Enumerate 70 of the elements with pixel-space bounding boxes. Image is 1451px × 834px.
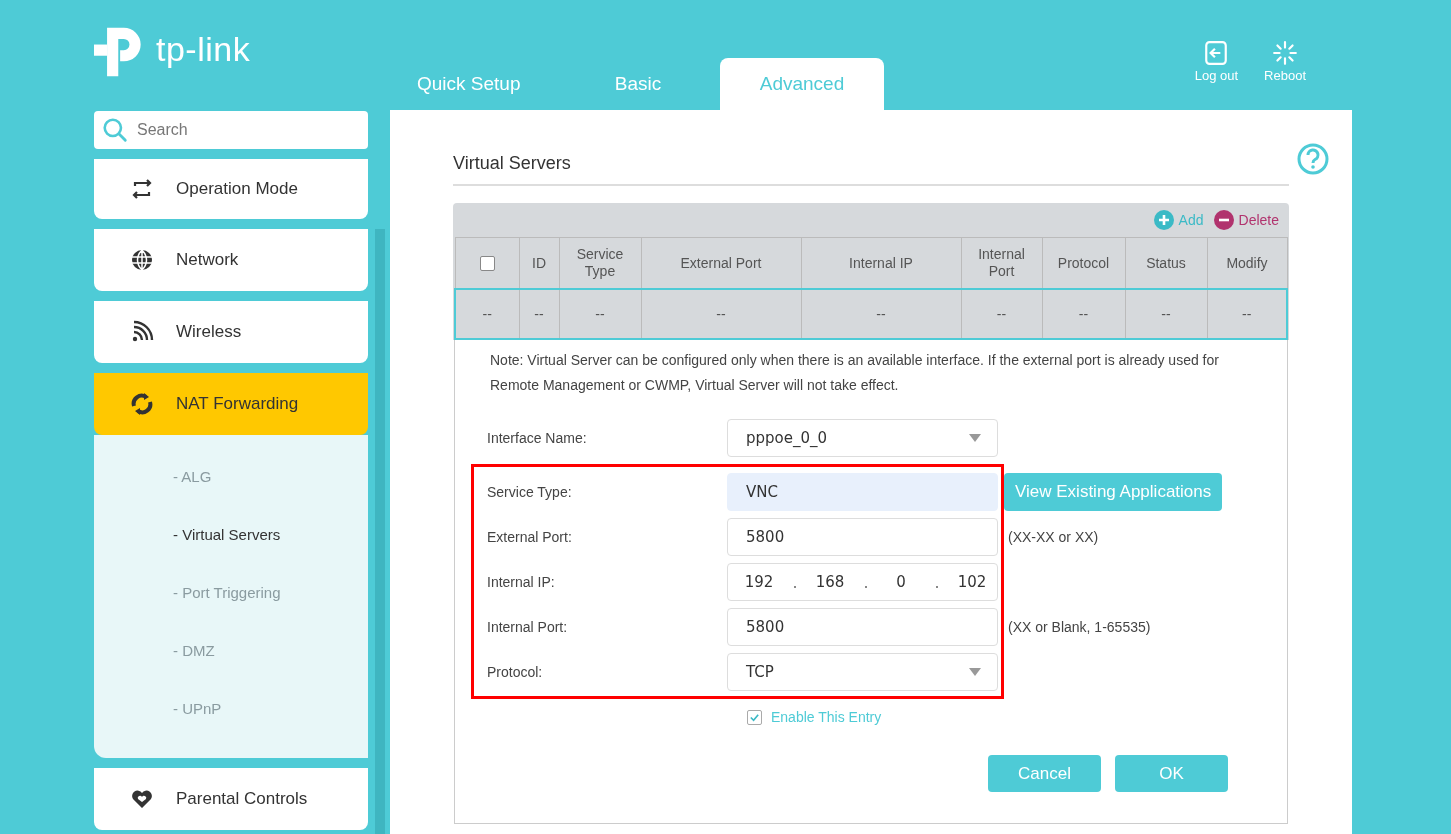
sidebar-item[interactable]: Parental Controls: [94, 768, 368, 830]
form-button[interactable]: OK: [1115, 755, 1228, 792]
table-cell: --: [559, 289, 641, 339]
nav-tab[interactable]: Quick Setup: [390, 58, 556, 110]
column-header: External Port: [679, 254, 763, 272]
input-field[interactable]: 5800: [727, 517, 998, 556]
minus-icon: [1213, 210, 1234, 230]
column-header: ID: [531, 254, 547, 272]
sidebar-item[interactable]: NAT Forwarding: [94, 373, 368, 435]
ip-field[interactable]: 192 168 0 102: [727, 562, 998, 601]
globe-icon: [130, 248, 154, 272]
table-cell: --: [1207, 289, 1287, 339]
enable-checkbox[interactable]: Enable This Entry: [747, 709, 882, 725]
dropdown[interactable]: TCP: [727, 652, 998, 691]
check-icon: [749, 711, 760, 723]
caret-icon: [969, 667, 981, 676]
page-title: Virtual Servers: [453, 153, 571, 174]
add-icon: [1153, 210, 1174, 230]
field-label: External Port:: [487, 528, 573, 545]
header-action[interactable]: Log out: [1194, 39, 1239, 83]
search-icon: [102, 117, 128, 143]
column-header: Modify: [1225, 254, 1269, 272]
search-field[interactable]: Search: [94, 111, 368, 149]
header-action[interactable]: Reboot: [1264, 39, 1306, 83]
field-label: Interface Name:: [487, 430, 588, 446]
logout-icon: [1203, 39, 1230, 66]
table-cell: --: [455, 289, 519, 339]
submenu-item[interactable]: - Virtual Servers: [173, 526, 368, 584]
nav-tab[interactable]: Advanced: [720, 58, 884, 110]
table-cell: --: [961, 289, 1042, 339]
sidebar-item[interactable]: Wireless: [94, 301, 368, 363]
submenu-item[interactable]: - UPnP: [173, 700, 368, 758]
input-field[interactable]: VNC: [727, 472, 998, 511]
sidebar-item[interactable]: Operation Mode: [94, 159, 368, 219]
swap-icon: [130, 177, 154, 201]
table-cell: --: [801, 289, 961, 339]
input-field[interactable]: 5800: [727, 607, 998, 646]
field-label: Service Type:: [487, 483, 573, 500]
table-action[interactable]: Delete: [1213, 210, 1279, 230]
help-icon[interactable]: [1297, 143, 1329, 175]
table-cell: --: [1125, 289, 1207, 339]
field-label: Internal IP:: [487, 573, 556, 590]
sidebar-item[interactable]: Network: [94, 229, 368, 291]
reboot-icon: [1272, 39, 1299, 66]
table-cell: --: [641, 289, 801, 339]
dropdown[interactable]: pppoe_0_0: [727, 419, 998, 457]
view-applications-button[interactable]: View Existing Applications: [1004, 472, 1223, 511]
logo-text: tp-link: [156, 30, 251, 69]
column-header: Protocol: [1056, 254, 1111, 272]
refresh-icon: [130, 392, 154, 416]
field-label: Protocol:: [487, 663, 544, 680]
nav-tab[interactable]: Basic: [556, 58, 720, 110]
table-cell: --: [1042, 289, 1125, 339]
submenu-item[interactable]: - Port Triggering: [173, 584, 368, 642]
column-header: Internal IP: [848, 254, 914, 272]
submenu-item[interactable]: - ALG: [173, 468, 368, 526]
field-hint: (XX-XX or XX): [1008, 528, 1099, 545]
caret-icon: [969, 434, 981, 442]
table-cell: --: [519, 289, 559, 339]
form-button[interactable]: Cancel: [988, 755, 1101, 792]
column-header: Service Type: [575, 246, 625, 280]
field-label: Internal Port:: [487, 618, 569, 635]
field-hint: (XX or Blank, 1-65535): [1008, 618, 1151, 635]
checkbox[interactable]: [479, 256, 495, 272]
column-header: Internal Port: [977, 246, 1026, 280]
note-text: Note: Virtual Server can be configured only when there is an available interface. If the external port is already used for Remote Management or CWMP, Virtual Server will not take effect.: [490, 351, 1220, 395]
table-action[interactable]: Add: [1153, 210, 1204, 230]
signal-icon: [130, 320, 154, 344]
column-header: Status: [1145, 254, 1187, 272]
submenu-item[interactable]: - DMZ: [173, 642, 368, 700]
